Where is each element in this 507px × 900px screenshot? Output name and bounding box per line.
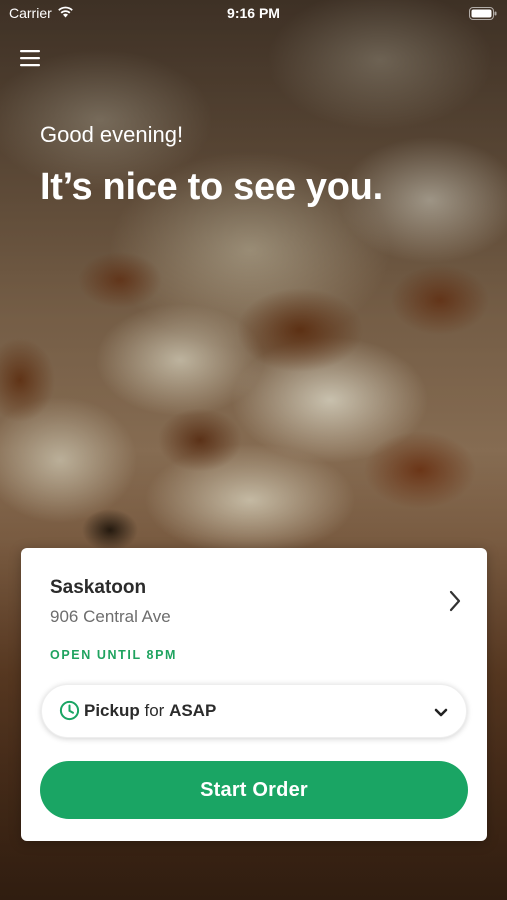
hamburger-menu-icon[interactable] bbox=[18, 47, 42, 69]
clock-icon bbox=[59, 700, 80, 726]
order-mode: Pickup bbox=[84, 701, 140, 720]
chevron-right-icon bbox=[449, 590, 461, 617]
battery-icon bbox=[469, 7, 497, 23]
store-address: 906 Central Ave bbox=[50, 607, 171, 626]
chevron-down-icon bbox=[434, 705, 448, 723]
store-name: Saskatoon bbox=[50, 577, 147, 598]
order-time: ASAP bbox=[169, 701, 217, 720]
greeting-text: Good evening! bbox=[40, 122, 184, 147]
app-screen: Carrier 9:16 PM Good evening! It’s nice … bbox=[0, 0, 507, 900]
order-card: Saskatoon 906 Central Ave OPEN UNTIL 8PM… bbox=[21, 548, 487, 841]
status-time: 9:16 PM bbox=[227, 5, 280, 21]
store-hours-status: OPEN UNTIL 8PM bbox=[50, 648, 178, 662]
start-order-button[interactable]: Start Order bbox=[40, 761, 468, 819]
order-type-label: Pickup for ASAP bbox=[84, 701, 216, 721]
order-type-selector[interactable]: Pickup for ASAP bbox=[41, 684, 467, 738]
welcome-headline: It’s nice to see you. bbox=[40, 166, 383, 208]
order-connector: for bbox=[144, 701, 165, 720]
store-selector[interactable]: Saskatoon 906 Central Ave bbox=[21, 548, 487, 628]
status-bar: Carrier 9:16 PM bbox=[0, 0, 507, 28]
